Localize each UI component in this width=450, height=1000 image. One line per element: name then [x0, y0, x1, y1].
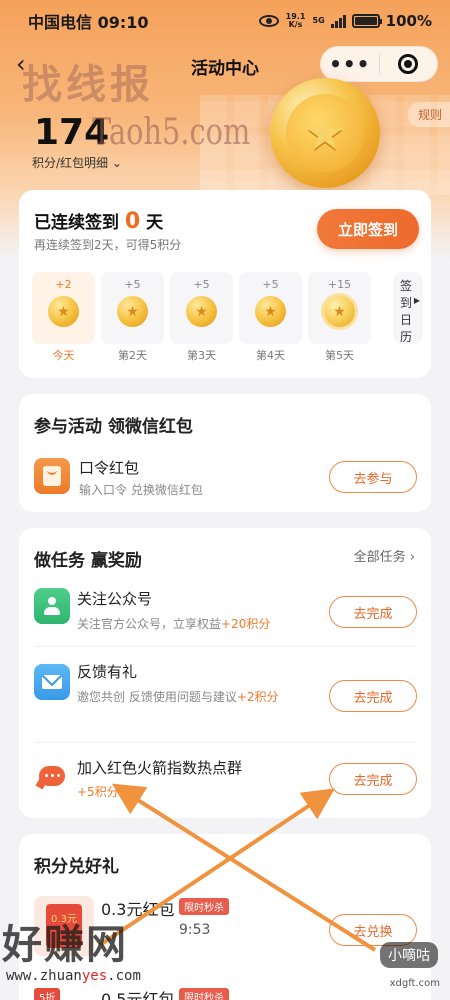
- tasks-title: 做任务 赢奖励: [34, 551, 142, 571]
- watermark-url: www.zhuanyes.com: [6, 968, 141, 984]
- day-reward: +2: [55, 278, 72, 291]
- watermark-url-suffix: .com: [107, 968, 141, 984]
- day-label: 第5天: [325, 349, 354, 362]
- watermark-top: 找线报: [22, 61, 154, 108]
- flash-sale-badge: 限时秒杀: [179, 898, 229, 915]
- triangle-right-icon: ▶: [413, 296, 420, 305]
- task-subtitle: 邀您共创 反馈使用问题与建议+2积分: [77, 688, 307, 707]
- points-detail-link[interactable]: 积分/红包明细 ⌄: [32, 154, 122, 171]
- checkin-button[interactable]: 立即签到: [317, 209, 419, 249]
- activity-card: 参与活动 领微信红包 口令红包 输入口令 兑换微信红包 去参与: [19, 394, 431, 512]
- task-subtitle: 关注官方公众号，立享权益+20积分: [77, 615, 270, 632]
- watermark-url-prefix: www.zhuan: [6, 968, 82, 984]
- day-label: 第4天: [256, 349, 285, 362]
- net-speed: 19.1 K/s: [285, 12, 306, 29]
- day-reward: +15: [327, 278, 352, 291]
- complete-task-button[interactable]: 去完成: [329, 763, 417, 795]
- close-mini-program-button[interactable]: [380, 54, 438, 74]
- gift-title: 0.5元红包: [101, 990, 175, 1000]
- day-label: 今天: [52, 349, 75, 362]
- complete-task-button[interactable]: 去完成: [329, 680, 417, 712]
- checkin-day: +5 ★: [239, 272, 302, 344]
- checkin-subtitle: 再连续签到2天，可得5积分: [34, 238, 182, 252]
- checkin-day: +5 ★: [170, 272, 233, 344]
- day-label: 第3天: [187, 349, 216, 362]
- eye-icon: [258, 15, 279, 27]
- coin-star-icon: ★: [186, 296, 217, 327]
- rules-button[interactable]: 规则: [407, 102, 450, 127]
- person-icon: [34, 588, 70, 624]
- task-title: 加入红色火箭指数热点群: [77, 759, 243, 777]
- activity-title: 参与活动 领微信红包: [34, 417, 193, 437]
- target-close-icon: [398, 54, 419, 74]
- divider: [34, 646, 416, 647]
- flash-sale-badge: 限时秒杀: [179, 988, 229, 1000]
- watermark-top-url: Taoh5.com: [92, 112, 251, 153]
- mail-icon: [34, 664, 70, 700]
- coin-star-icon: ★: [48, 296, 79, 327]
- signal-icon: [330, 14, 346, 28]
- day-reward: +5: [124, 278, 141, 291]
- more-dots-icon[interactable]: •••: [321, 54, 379, 74]
- task-points: +5积分: [77, 785, 119, 799]
- gifts-title: 积分兑好礼: [34, 857, 119, 877]
- checkin-title-prefix: 已连续签到: [34, 213, 119, 233]
- task-subtitle: +5积分: [77, 783, 119, 800]
- day-label: 第2天: [118, 349, 147, 362]
- task-subtitle-text: 邀您共创 反馈使用问题与建议: [77, 690, 237, 704]
- coin-star-icon: ★: [117, 296, 148, 327]
- join-button[interactable]: 去参与: [329, 461, 417, 493]
- tasks-card: 做任务 赢奖励 全部任务 › 关注公众号 关注官方公众号，立享权益+20积分 去…: [19, 528, 431, 818]
- checkin-day: +5 ★: [101, 272, 164, 344]
- watermark-tiny-url: xdgft.com: [389, 978, 440, 989]
- discount-badge: 5折: [34, 988, 61, 1000]
- all-tasks-link[interactable]: 全部任务 ›: [354, 546, 415, 565]
- complete-task-button[interactable]: 去完成: [329, 596, 417, 628]
- watermark-badge: 小嘀咕: [380, 942, 438, 968]
- activity-item-title: 口令红包: [79, 459, 140, 477]
- checkin-day-labels: 今天 第2天 第3天 第4天 第5天: [32, 347, 371, 363]
- flash-sale-timer: 9:53: [179, 922, 211, 938]
- big-coin-star-icon: ★: [324, 296, 355, 327]
- task-points: +20积分: [221, 617, 271, 631]
- red-envelope-icon: [34, 458, 70, 494]
- network-type: 5G: [312, 16, 325, 25]
- checkin-days-count: 0: [124, 209, 141, 234]
- chat-bubble-icon: [34, 758, 70, 794]
- checkin-card: 已连续签到 0 天 再连续签到2天，可得5积分 立即签到 +2 ★ +5 ★ +…: [19, 190, 431, 378]
- battery-icon: [351, 14, 382, 28]
- checkin-title-suffix: 天: [146, 213, 164, 233]
- star-coin-illustration: ★: [270, 78, 380, 188]
- mini-program-capsule: •••: [320, 46, 438, 82]
- watermark-url-mid: yes: [81, 968, 108, 984]
- activity-item-subtitle: 输入口令 兑换微信红包: [79, 483, 203, 497]
- checkin-days: +2 ★ +5 ★ +5 ★ +5 ★ +15 ★: [32, 272, 371, 344]
- checkin-title: 已连续签到 0 天: [34, 208, 163, 234]
- task-points: +2积分: [236, 690, 279, 704]
- coin-star-icon: ★: [255, 296, 286, 327]
- checkin-day: +15 ★: [308, 272, 371, 344]
- calendar-label: 签到日历: [400, 279, 413, 344]
- star-icon: ★: [286, 94, 364, 172]
- divider: [34, 742, 416, 743]
- task-title: 关注公众号: [77, 590, 153, 608]
- checkin-day: +2 ★: [32, 272, 95, 344]
- watermark-bottom: 好赚网: [2, 922, 128, 968]
- carrier-time: 中国电信 09:10: [28, 13, 149, 32]
- task-title: 反馈有礼: [77, 663, 138, 681]
- battery-percent: 100%: [385, 12, 432, 30]
- day-reward: +5: [193, 278, 210, 291]
- status-bar: 中国电信 09:10 19.1 K/s 5G 100%: [0, 0, 450, 42]
- day-reward: +5: [262, 278, 279, 291]
- checkin-calendar-button[interactable]: 签到日历 ▶: [393, 272, 423, 344]
- task-subtitle-text: 关注官方公众号，立享权益: [77, 617, 222, 631]
